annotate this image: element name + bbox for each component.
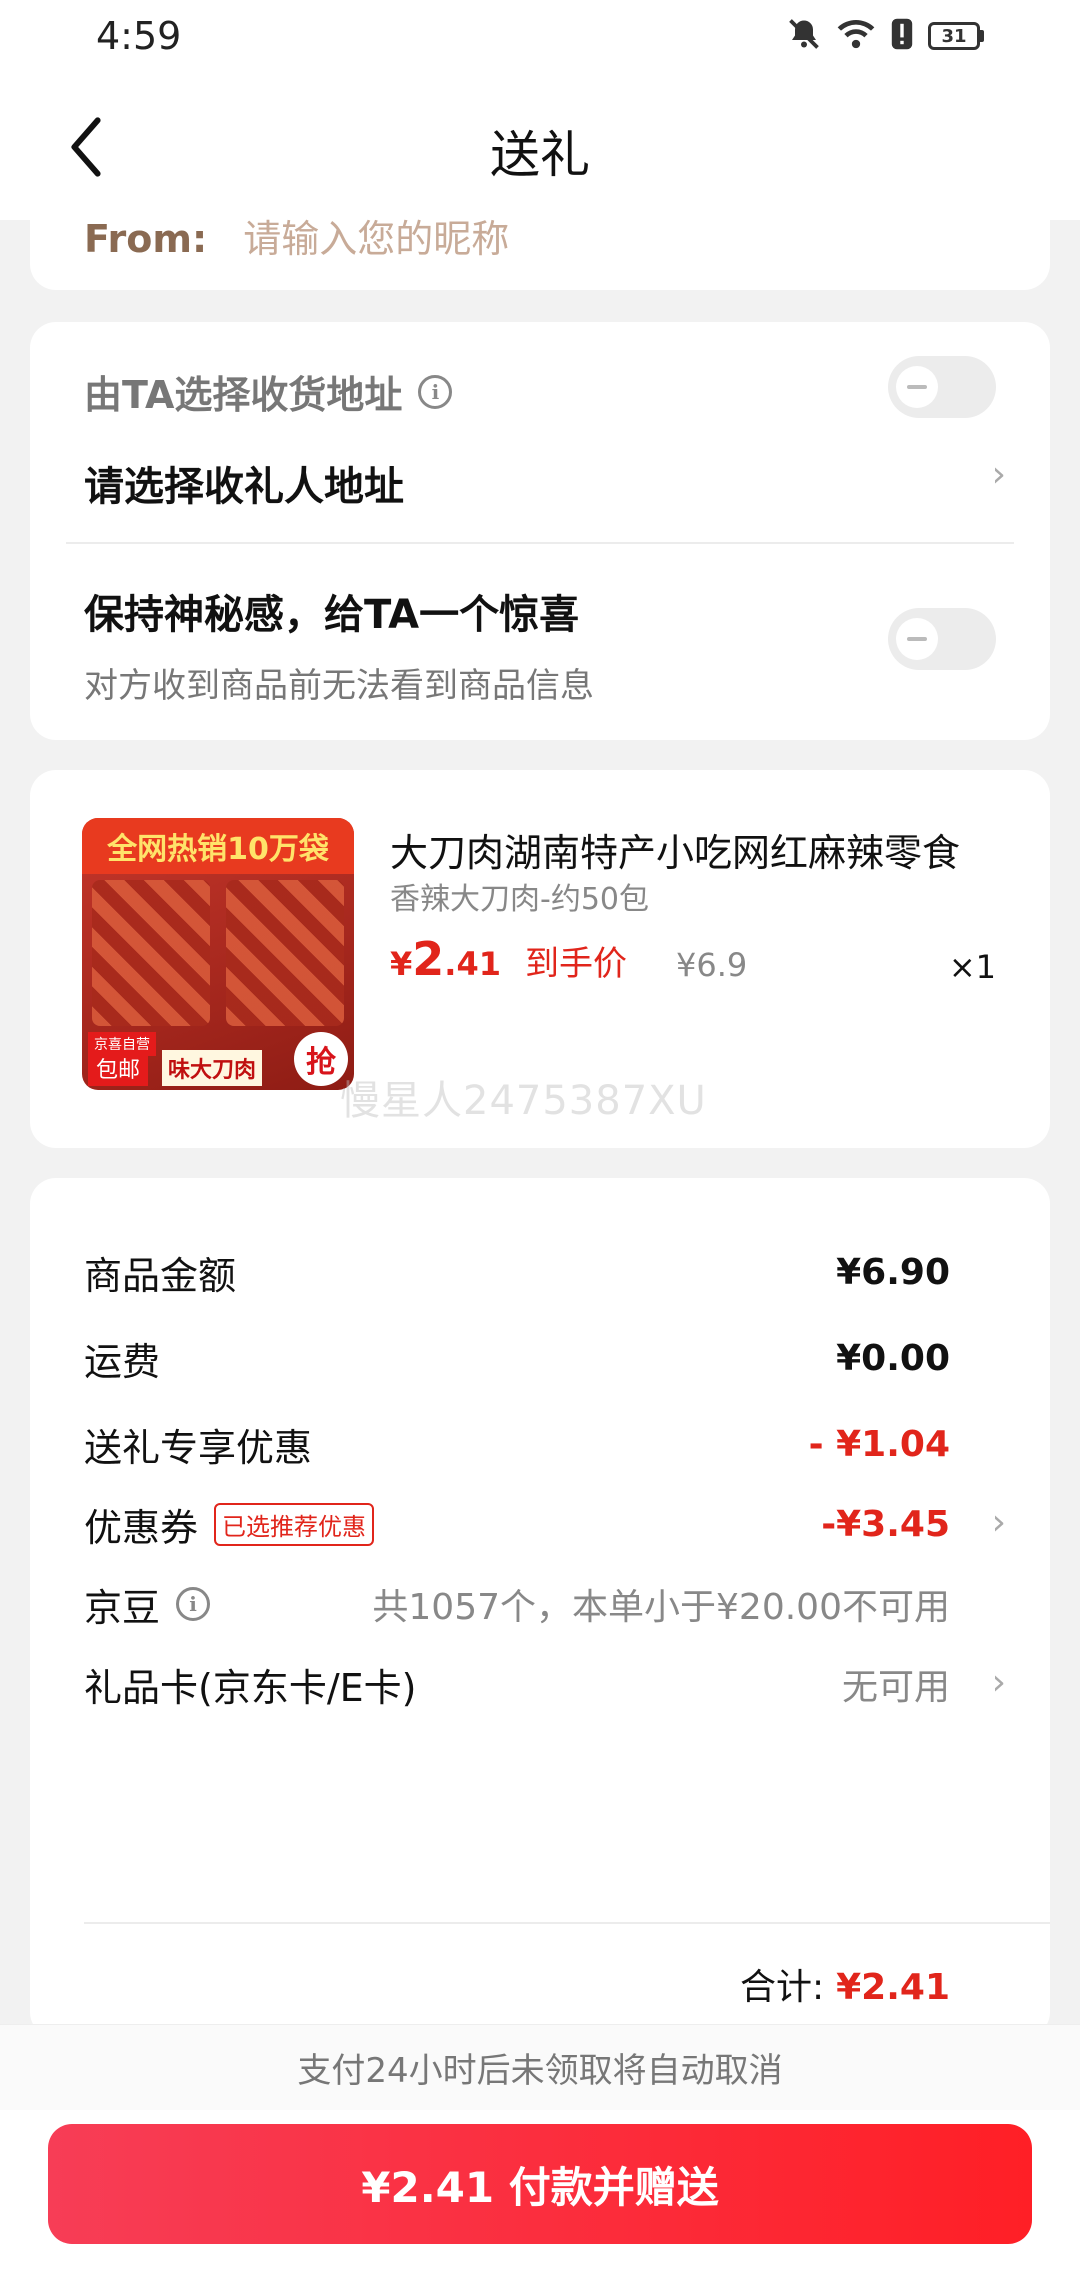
summary-row-coupon[interactable]: 优惠券 已选推荐优惠 -¥3.45 <box>84 1494 950 1554</box>
chevron-right-icon[interactable]: › <box>992 454 1006 495</box>
wifi-icon <box>836 16 876 56</box>
summary-label: 商品金额 <box>84 1253 237 1298</box>
product-image-tag-name: 味大刀肉 <box>162 1050 263 1086</box>
summary-label: 礼品卡(京东卡/E卡) <box>84 1665 417 1710</box>
sender-card: From: 请输入您的昵称 <box>30 200 1050 290</box>
nav-bar: 送礼 <box>0 75 1080 220</box>
summary-value: -¥3.45 <box>821 1503 950 1545</box>
summary-value: ¥0.00 <box>836 1337 950 1379</box>
coupon-badge: 已选推荐优惠 <box>214 1502 375 1546</box>
price-integer: 2 <box>412 932 445 986</box>
summary-value: 无可用 <box>841 1667 950 1708</box>
ta-choose-address-row: 由TA选择收货地址 i <box>84 364 453 419</box>
summary-value: ¥6.90 <box>836 1251 950 1293</box>
status-time: 4:59 <box>96 14 182 58</box>
product-card: 全网热销10万袋 京喜自营 包邮 味大刀肉 抢 大刀肉湖南特产小吃网红麻辣零食 … <box>30 770 1050 1148</box>
summary-row-goods: 商品金额 ¥6.90 <box>84 1242 950 1302</box>
summary-label: 运费 <box>84 1339 161 1384</box>
product-image-banner: 全网热销10万袋 <box>82 818 354 874</box>
toggle-knob <box>896 366 938 408</box>
product-quantity: ×1 <box>948 948 996 986</box>
summary-label: 优惠券 <box>84 1505 199 1550</box>
product-image[interactable]: 全网热销10万袋 京喜自营 包邮 味大刀肉 抢 <box>82 818 354 1090</box>
price-currency: ¥ <box>390 945 413 983</box>
summary-label: 京豆 <box>84 1585 161 1630</box>
summary-value: 共1057个，本单小于¥20.00不可用 <box>372 1587 950 1628</box>
product-price: ¥ 2 .41 到手价 <box>390 932 627 986</box>
summary-row-gift-card[interactable]: 礼品卡(京东卡/E卡) 无可用 <box>84 1654 950 1714</box>
summary-row-shipping: 运费 ¥0.00 <box>84 1328 950 1388</box>
sender-label: From: <box>84 217 208 261</box>
alert-icon <box>890 17 914 55</box>
status-icons: 31 <box>786 16 984 56</box>
info-icon[interactable]: i <box>418 374 453 409</box>
total-row: 合计: ¥2.41 <box>740 1958 950 2010</box>
sender-field[interactable]: From: 请输入您的昵称 <box>84 208 509 263</box>
summary-row-gift-discount: 送礼专享优惠 - ¥1.04 <box>84 1414 950 1474</box>
summary-label: 送礼专享优惠 <box>84 1425 313 1470</box>
mystery-toggle[interactable] <box>888 608 996 670</box>
chevron-right-icon[interactable]: › <box>992 1502 1006 1543</box>
divider <box>66 542 1014 544</box>
status-bar: 4:59 31 <box>0 0 1080 75</box>
price-decimal: .41 <box>444 945 501 983</box>
bottom-bar: 支付24小时后未领取将自动取消 ¥2.41 付款并赠送 <box>0 2024 1080 2280</box>
product-title[interactable]: 大刀肉湖南特产小吃网红麻辣零食 <box>390 822 990 877</box>
page-title: 送礼 <box>490 126 590 184</box>
watermark: 慢星人2475387XU <box>340 1078 707 1124</box>
toggle-knob <box>896 618 938 660</box>
ta-choose-address-toggle[interactable] <box>888 356 996 418</box>
chevron-right-icon[interactable]: › <box>992 1662 1006 1703</box>
sender-nickname-input[interactable]: 请输入您的昵称 <box>243 217 509 261</box>
battery-level: 31 <box>928 22 980 50</box>
product-spec: 香辣大刀肉-约50包 <box>390 882 649 917</box>
divider <box>84 1922 1050 1924</box>
price-label: 到手价 <box>524 944 627 984</box>
auto-cancel-notice: 支付24小时后未领取将自动取消 <box>0 2024 1080 2110</box>
bell-muted-icon <box>786 16 822 56</box>
select-recipient-address[interactable]: 请选择收礼人地址 <box>84 454 404 512</box>
summary-value: - ¥1.04 <box>808 1423 950 1465</box>
ta-choose-address-label: 由TA选择收货地址 <box>84 373 403 417</box>
total-label: 合计: <box>739 1967 825 2008</box>
info-icon[interactable]: i <box>176 1587 211 1621</box>
battery-icon: 31 <box>928 22 984 50</box>
mystery-subtitle: 对方收到商品前无法看到商品信息 <box>84 666 594 706</box>
address-card: 由TA选择收货地址 i 请选择收礼人地址 › 保持神秘感，给TA一个惊喜 对方收… <box>30 322 1050 740</box>
total-value: ¥2.41 <box>836 1967 950 2008</box>
product-image-tag-ship: 包邮 <box>88 1050 149 1086</box>
pay-and-gift-button[interactable]: ¥2.41 付款并赠送 <box>48 2124 1032 2244</box>
summary-card: 商品金额 ¥6.90 运费 ¥0.00 送礼专享优惠 - ¥1.04 优惠券 已… <box>30 1178 1050 2038</box>
mystery-title: 保持神秘感，给TA一个惊喜 <box>84 592 580 638</box>
original-price: ¥6.9 <box>676 946 748 984</box>
summary-row-jingdou: 京豆 i 共1057个，本单小于¥20.00不可用 <box>84 1574 950 1634</box>
